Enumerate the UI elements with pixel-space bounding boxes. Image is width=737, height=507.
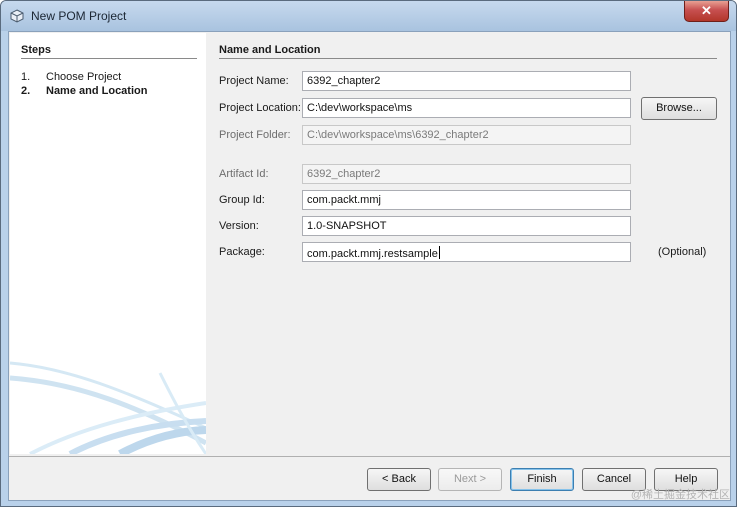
version-field[interactable]: 1.0-SNAPSHOT xyxy=(302,216,631,236)
project-location-field[interactable]: C:\dev\workspace\ms xyxy=(302,98,631,118)
close-button[interactable]: ✕ xyxy=(684,1,729,22)
group-id-label: Group Id: xyxy=(219,194,265,206)
netbeans-cube-icon xyxy=(10,9,24,23)
dialog-body: Steps 1. Choose Project 2. Name and Locati… xyxy=(8,31,731,501)
project-folder-label: Project Folder: xyxy=(219,129,291,141)
step-choose-project: 1. Choose Project xyxy=(21,71,121,83)
step-number: 2. xyxy=(21,85,31,97)
package-field[interactable]: com.packt.mmj.restsample xyxy=(302,242,631,262)
project-name-label: Project Name: xyxy=(219,75,289,87)
project-location-label: Project Location: xyxy=(219,102,301,114)
group-id-field[interactable]: com.packt.mmj xyxy=(302,190,631,210)
step-number: 1. xyxy=(21,71,31,83)
step-name-and-location: 2. Name and Location xyxy=(21,85,147,97)
steps-divider xyxy=(21,58,197,59)
decorative-swoosh-graphic xyxy=(10,361,206,454)
button-bar-divider xyxy=(9,456,730,457)
step-label: Name and Location xyxy=(46,85,148,97)
finish-button[interactable]: Finish xyxy=(510,468,574,491)
text-caret xyxy=(438,246,440,259)
back-button[interactable]: < Back xyxy=(367,468,431,491)
watermark: @稀土掘金技术社区 xyxy=(630,489,730,501)
artifact-id-field: 6392_chapter2 xyxy=(302,164,631,184)
steps-title: Steps xyxy=(21,44,51,56)
browse-button[interactable]: Browse... xyxy=(641,97,717,120)
section-title: Name and Location xyxy=(219,44,321,56)
package-value: com.packt.mmj.restsample xyxy=(307,248,438,260)
name-location-panel: Name and Location Project Name: 6392_cha… xyxy=(208,33,728,454)
title-bar[interactable]: New POM Project ✕ xyxy=(1,1,736,31)
steps-panel: Steps 1. Choose Project 2. Name and Locati… xyxy=(10,33,206,454)
new-pom-project-dialog: New POM Project ✕ Steps 1. Choose Project… xyxy=(0,0,737,507)
version-label: Version: xyxy=(219,220,259,232)
optional-hint: (Optional) xyxy=(658,246,707,258)
window-title: New POM Project xyxy=(31,9,127,23)
next-button[interactable]: Next > xyxy=(438,468,502,491)
project-folder-field: C:\dev\workspace\ms\6392_chapter2 xyxy=(302,125,631,145)
section-divider xyxy=(219,58,717,59)
step-label: Choose Project xyxy=(46,71,122,83)
project-name-field[interactable]: 6392_chapter2 xyxy=(302,71,631,91)
package-label: Package: xyxy=(219,246,265,258)
artifact-id-label: Artifact Id: xyxy=(219,168,269,180)
